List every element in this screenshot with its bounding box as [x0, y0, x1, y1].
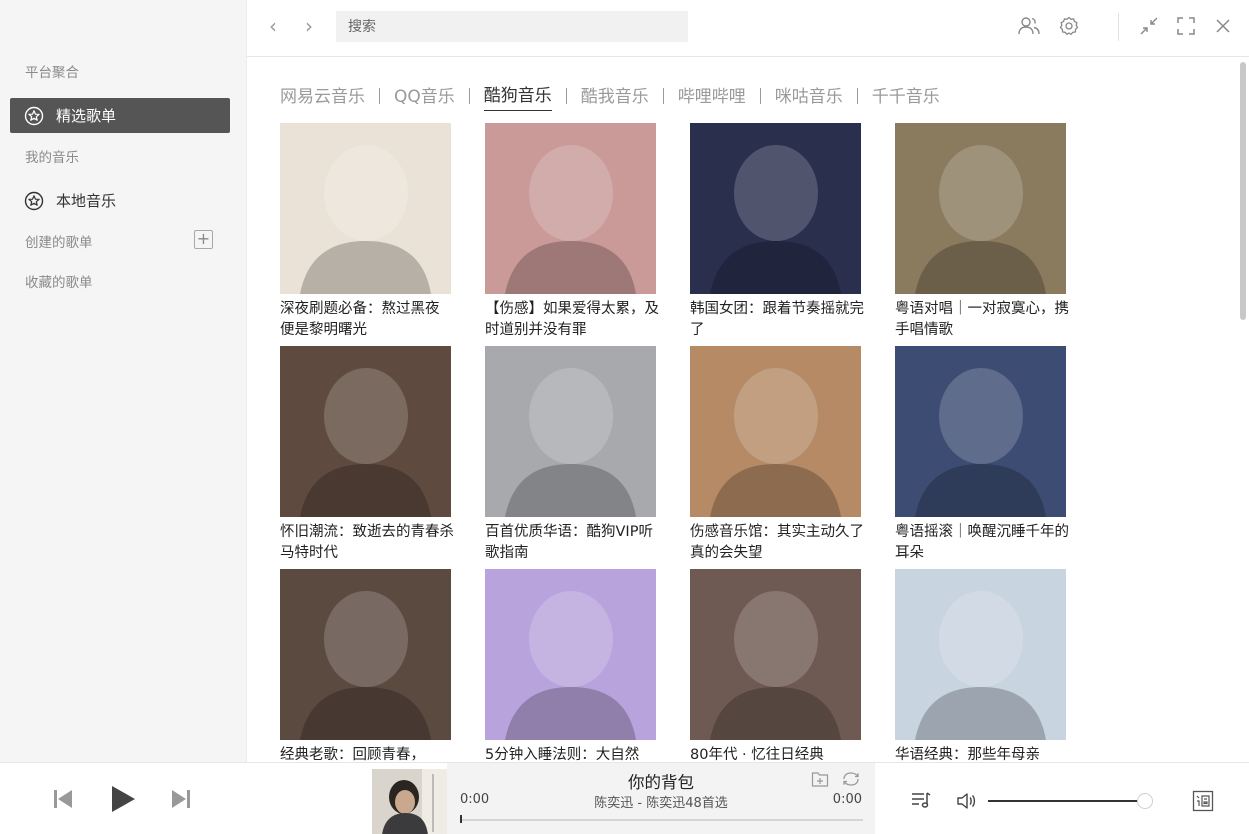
volume-icon[interactable]: [956, 791, 978, 815]
playlist-card[interactable]: 经典老歌：回顾青春，: [280, 569, 451, 762]
player-bar: 你的背包 陈奕迅 - 陈奕迅48首选 0:00 0:00: [0, 762, 1249, 834]
repeat-icon[interactable]: [841, 770, 861, 792]
tab-kugou[interactable]: 酷狗音乐: [483, 81, 552, 111]
playlist-cover[interactable]: [895, 123, 1066, 294]
sidebar-group-created-playlists: 创建的歌单: [25, 235, 93, 251]
sidebar-group-my-music: 我的音乐: [25, 150, 79, 166]
playlist-card[interactable]: 深夜刷题必备：熬过黑夜 便是黎明曙光: [280, 123, 451, 338]
playlist-title[interactable]: 华语经典：那些年母亲: [895, 745, 1070, 762]
playlist-card[interactable]: 5分钟入睡法则：大自然: [485, 569, 656, 762]
playlist-cover[interactable]: [485, 123, 656, 294]
playlist-cover[interactable]: [280, 123, 451, 294]
total-time: 0:00: [832, 792, 862, 807]
song-artist-album: 陈奕迅 - 陈奕迅48首选: [594, 796, 728, 811]
playlist-cover[interactable]: [485, 569, 656, 740]
playlist-title[interactable]: 5分钟入睡法则：大自然: [485, 745, 660, 762]
back-button[interactable]: ‹: [263, 15, 283, 37]
playlist-title[interactable]: 怀旧潮流：致逝去的青春杀马特时代: [280, 522, 455, 564]
playlist-cover[interactable]: [895, 569, 1066, 740]
volume-knob[interactable]: [1136, 793, 1153, 809]
playlist-card[interactable]: 伤感音乐馆：其实主动久了真的会失望: [690, 346, 864, 561]
sidebar-item-local-music[interactable]: 本地音乐: [10, 183, 230, 218]
star-icon: [24, 106, 44, 126]
tab-qq[interactable]: QQ音乐: [394, 82, 455, 111]
playlist-card[interactable]: 粤语摇滚｜唤醒沉睡千年的耳朵: [895, 346, 1069, 561]
tab-divider: [379, 88, 380, 104]
tab-migu[interactable]: 咪咕音乐: [775, 82, 843, 111]
playlist-title[interactable]: 经典老歌：回顾青春，: [280, 745, 455, 762]
playlist-card[interactable]: 华语经典：那些年母亲: [895, 569, 1066, 762]
playlist-title[interactable]: 80年代 · 忆往日经典: [690, 745, 865, 762]
search-input[interactable]: [336, 11, 688, 42]
progress-marker[interactable]: [460, 815, 462, 823]
close-icon[interactable]: [1211, 14, 1235, 38]
add-playlist-button[interactable]: +: [194, 230, 213, 249]
playlist-cover[interactable]: [485, 346, 656, 517]
settings-gear-icon[interactable]: [1057, 14, 1081, 38]
play-icon[interactable]: [108, 783, 138, 815]
sidebar-item-featured-playlists[interactable]: 精选歌单: [10, 98, 230, 133]
playlist-card[interactable]: 韩国女团：跟着节奏摇就完了: [690, 123, 864, 338]
forward-button[interactable]: ›: [299, 15, 319, 37]
top-bar: ‹ ›: [247, 0, 1249, 57]
sidebar-group-collected-playlists: 收藏的歌单: [25, 275, 93, 291]
add-to-playlist-icon[interactable]: [811, 770, 829, 792]
sidebar-item-label: 精选歌单: [56, 107, 117, 125]
playlist-cover[interactable]: [895, 346, 1066, 517]
progress-bar[interactable]: [460, 815, 863, 823]
next-track-icon[interactable]: [170, 785, 192, 813]
playlist-queue-icon[interactable]: [910, 790, 932, 814]
star-icon: [24, 191, 44, 211]
main-content: 网易云音乐 QQ音乐 酷狗音乐 酷我音乐 哔哩哔哩 咪咕音乐 千千音乐 深夜刷题…: [247, 57, 1240, 762]
playlist-card[interactable]: 粤语对唱｜一对寂寞心，携手唱情歌: [895, 123, 1069, 338]
playlist-title[interactable]: 韩国女团：跟着节奏摇就完了: [690, 299, 865, 341]
playlist-title[interactable]: 百首优质华语：酷狗VIP听歌指南: [485, 522, 660, 564]
tab-divider: [759, 88, 761, 104]
playlist-card[interactable]: 80年代 · 忆往日经典: [690, 569, 861, 762]
tab-bilibili[interactable]: 哔哩哔哩: [678, 82, 746, 111]
sidebar-item-label: 本地音乐: [56, 192, 117, 210]
volume-slider[interactable]: [988, 793, 1153, 809]
tab-divider: [662, 88, 664, 104]
tab-kuwo[interactable]: 酷我音乐: [581, 82, 649, 111]
sidebar: 平台聚合 精选歌单 我的音乐 本地音乐 创建的歌单 + 收藏的歌单: [0, 0, 247, 762]
now-playing-panel: 你的背包 陈奕迅 - 陈奕迅48首选 0:00 0:00: [447, 763, 875, 834]
playlist-title[interactable]: 粤语摇滚｜唤醒沉睡千年的耳朵: [895, 522, 1070, 564]
now-playing-cover[interactable]: [372, 769, 447, 834]
playlist-card[interactable]: 怀旧潮流：致逝去的青春杀马特时代: [280, 346, 454, 561]
playlist-cover[interactable]: [690, 123, 861, 294]
tab-divider: [565, 88, 567, 104]
current-time: 0:00: [460, 792, 490, 807]
volume-level: [988, 800, 1145, 802]
playlist-card[interactable]: 【伤感】如果爱得太累，及时道别并没有罪: [485, 123, 659, 338]
playlist-title[interactable]: 深夜刷题必备：熬过黑夜 便是黎明曙光: [280, 299, 455, 341]
playlist-cover[interactable]: [280, 569, 451, 740]
maximize-icon[interactable]: [1174, 14, 1198, 38]
playlist-title[interactable]: 【伤感】如果爱得太累，及时道别并没有罪: [485, 299, 660, 341]
minimize-icon[interactable]: [1137, 14, 1161, 38]
scrollbar-thumb[interactable]: [1240, 62, 1246, 320]
playlist-cover[interactable]: [280, 346, 451, 517]
playlist-title[interactable]: 粤语对唱｜一对寂寞心，携手唱情歌: [895, 299, 1070, 341]
tab-divider: [468, 88, 470, 104]
playlist-cover[interactable]: [690, 346, 861, 517]
previous-track-icon[interactable]: [52, 785, 74, 813]
platform-tabs: 网易云音乐 QQ音乐 酷狗音乐 酷我音乐 哔哩哔哩 咪咕音乐 千千音乐: [280, 81, 940, 111]
playlist-title[interactable]: 伤感音乐馆：其实主动久了真的会失望: [690, 522, 865, 564]
playlist-cover[interactable]: [690, 569, 861, 740]
toolbar-divider: [1118, 13, 1119, 41]
playlist-card[interactable]: 百首优质华语：酷狗VIP听歌指南: [485, 346, 656, 561]
sidebar-group-platforms: 平台聚合: [25, 65, 79, 81]
lyrics-icon[interactable]: [1192, 790, 1214, 816]
tab-divider: [856, 88, 858, 104]
tab-netease[interactable]: 网易云音乐: [280, 82, 365, 111]
tab-qianqian[interactable]: 千千音乐: [872, 82, 940, 111]
user-icon[interactable]: [1017, 14, 1041, 38]
playlist-grid: 深夜刷题必备：熬过黑夜 便是黎明曙光 【伤感】如果爱得太累，及时道别并没有罪 韩…: [280, 123, 1069, 762]
